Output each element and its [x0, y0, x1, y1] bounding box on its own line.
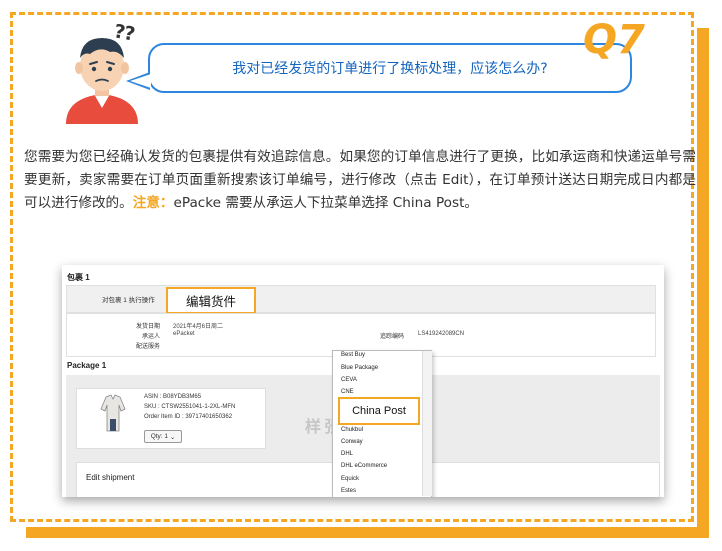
package1-title: 包裹 1	[67, 273, 90, 282]
chevron-down-icon: ⌄	[169, 433, 176, 441]
ship-date-value: 2021年4月6日周二	[173, 324, 224, 330]
edit-shipment-title: Edit shipment	[86, 473, 135, 482]
edit-shipment-button[interactable]: 编辑货件	[166, 287, 256, 314]
tracking-value: LS419242089CN	[418, 331, 465, 337]
carrier-option[interactable]: Estes	[341, 488, 356, 494]
note-label: 注意：	[132, 195, 174, 211]
shipping-service-label: 配送服务	[135, 344, 160, 350]
qty-value: Qty: 1	[150, 433, 169, 440]
package-actions-label: 对包裹 1 执行操作	[102, 297, 155, 304]
carrier-label: 承运人	[141, 334, 160, 340]
carrier-option[interactable]: Chukbul	[341, 427, 363, 433]
tracking-label: 追踪编码	[379, 334, 404, 340]
ship-date-label: 发货日期	[135, 324, 160, 330]
item-asin: ASIN : B08YDB3M65	[144, 394, 202, 400]
carrier-option[interactable]: Conway	[341, 439, 363, 445]
carrier-option[interactable]: DHL eCommerce	[341, 463, 387, 469]
bubble-tail-inner	[130, 74, 151, 88]
question-bubble: 我对已经发货的订单进行了换标处理，应该怎么办?	[148, 43, 632, 93]
question-number: Q7	[583, 17, 645, 63]
product-shirt-icon	[100, 394, 126, 432]
carrier-option-china-post[interactable]: China Post	[338, 397, 420, 425]
item-order-id: Order Item ID : 39717401650362	[144, 414, 233, 420]
frame-shadow-right	[697, 28, 709, 536]
qty-select[interactable]: Qty: 1 ⌄	[144, 430, 182, 443]
answer-paragraph: 您需要为您已经确认发货的包裹提供有效追踪信息。如果您的订单信息进行了更换，比如承…	[24, 146, 696, 215]
carrier-option[interactable]: CEVA	[341, 377, 357, 383]
carrier-option[interactable]: Best Buy	[341, 352, 365, 358]
carrier-option[interactable]: Equick	[341, 476, 359, 482]
answer-note-text: ePacke 需要从承运人下拉菜单选择 China Post。	[173, 195, 478, 211]
carrier-option[interactable]: CNE	[341, 389, 354, 395]
carrier-option[interactable]: DHL	[341, 451, 353, 457]
carrier-value: ePacket	[173, 331, 195, 337]
dropdown-scrollbar[interactable]	[422, 351, 432, 496]
carrier-option[interactable]: Blue Package	[341, 365, 378, 371]
package-title: Package 1	[67, 361, 107, 370]
item-sku: SKU : CTSW2551041-1-2XL-MFN	[144, 404, 236, 410]
frame-shadow-bottom	[26, 527, 709, 538]
question-text: 我对已经发货的订单进行了换标处理，应该怎么办?	[232, 61, 548, 77]
order-page-screenshot: 包裹 1 对包裹 1 执行操作 编辑货件 发货日期 2021年4月6日周二 承运…	[62, 265, 664, 497]
question-marks-icon: ??	[112, 20, 136, 46]
